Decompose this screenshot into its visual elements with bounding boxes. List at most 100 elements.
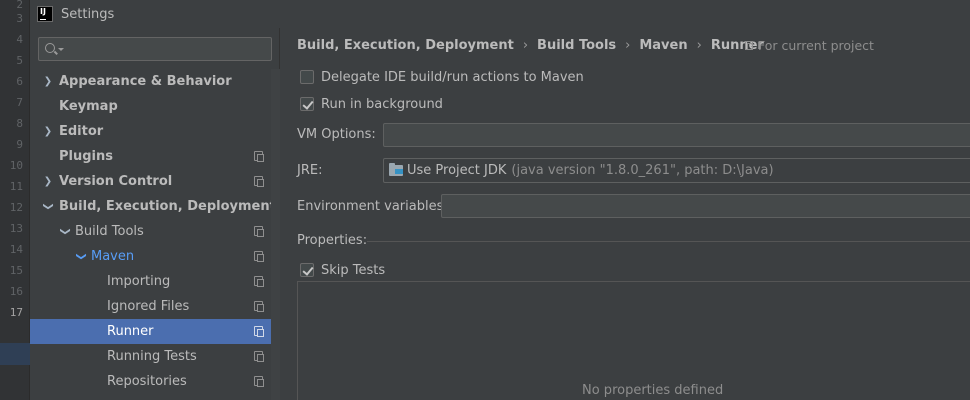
line-number: 4 [16, 33, 23, 46]
jre-label: JRE: [297, 162, 323, 178]
sidebar-scrollbar[interactable] [271, 69, 280, 400]
empty-properties-text: No properties defined [582, 383, 724, 398]
breadcrumb: Build, Execution, Deployment › Build Too… [297, 36, 764, 54]
jre-version-detail: (java version "1.8.0_261", path: D:\Java… [511, 163, 774, 178]
tree-item-build-execution-deployment[interactable]: ❯ Build, Execution, Deployment [30, 194, 280, 219]
search-icon [45, 43, 55, 53]
line-number: 13 [9, 222, 23, 235]
tree-item-label: Appearance & Behavior [59, 74, 232, 89]
project-scope-icon [254, 301, 264, 312]
vm-options-label: VM Options: [297, 126, 376, 142]
line-number: 9 [16, 138, 23, 151]
chevron-right-icon[interactable]: ❯ [42, 176, 54, 187]
tree-item-running-tests[interactable]: Running Tests [30, 344, 280, 369]
checkbox-box[interactable] [300, 263, 314, 277]
line-number: 11 [9, 180, 23, 193]
properties-label: Properties: [297, 233, 368, 248]
properties-table[interactable]: No properties defined [297, 281, 970, 400]
line-number: 12 [9, 201, 23, 214]
skip-tests-checkbox[interactable]: Skip Tests [300, 261, 385, 279]
line-number: 14 [9, 243, 23, 256]
jdk-folder-icon [389, 163, 403, 176]
tree-item-editor[interactable]: ❯ Editor [30, 119, 280, 144]
tree-item-build-tools[interactable]: ❯ Build Tools [30, 219, 280, 244]
project-scope-icon [254, 151, 264, 162]
breadcrumb-item: Build Tools [537, 37, 617, 53]
project-scope-icon [254, 176, 264, 187]
tree-item-label: Repositories [107, 374, 187, 389]
tree-item-label: Maven [91, 249, 135, 264]
project-scope-icon [254, 251, 264, 262]
ide-window: 2 3 4 5 6 7 8 9 10 11 12 13 14 15 16 17 … [0, 0, 970, 400]
tree-item-ignored-files[interactable]: Ignored Files [30, 294, 280, 319]
line-number: 16 [9, 285, 23, 298]
checkbox-label: Skip Tests [321, 262, 386, 278]
run-in-background-checkbox[interactable]: Run in background [300, 95, 443, 113]
tree-item-label: Ignored Files [107, 299, 190, 314]
search-history-caret-icon[interactable] [58, 48, 64, 51]
line-number: 3 [16, 12, 23, 25]
checkbox-box[interactable] [300, 70, 314, 84]
scope-note: For current project [745, 36, 874, 54]
tree-item-appearance[interactable]: ❯ Appearance & Behavior [30, 69, 280, 94]
chevron-down-icon[interactable]: ❯ [43, 201, 54, 213]
project-scope-icon [254, 276, 264, 287]
line-number: 5 [16, 54, 23, 67]
tree-item-version-control[interactable]: ❯ Version Control [30, 169, 280, 194]
jre-selected-value: Use Project JDK [407, 163, 507, 178]
chevron-down-icon[interactable]: ❯ [60, 226, 71, 238]
tree-item-label: Plugins [59, 149, 113, 164]
intellij-icon: IJ [37, 6, 53, 22]
tree-item-maven[interactable]: ❯ Maven [30, 244, 280, 269]
settings-sidebar: ❯ Appearance & Behavior Keymap ❯ Editor … [30, 28, 280, 400]
settings-search-input[interactable] [38, 37, 272, 61]
window-title: Settings [61, 6, 115, 22]
project-scope-icon [254, 326, 264, 337]
tree-item-importing[interactable]: Importing [30, 269, 280, 294]
chevron-right-icon[interactable]: ❯ [42, 76, 54, 87]
environment-variables-label: Environment variables: [297, 198, 448, 214]
vm-options-field[interactable] [383, 123, 970, 147]
line-number: 10 [9, 159, 23, 172]
properties-divider [367, 241, 970, 242]
delegate-to-maven-checkbox[interactable]: Delegate IDE build/run actions to Maven [300, 68, 584, 86]
project-scope-icon [254, 351, 264, 362]
breadcrumb-separator-icon: › [522, 37, 529, 53]
tree-item-label: Build, Execution, Deployment [59, 199, 276, 214]
tree-item-plugins[interactable]: Plugins [30, 144, 280, 169]
checkbox-label: Delegate IDE build/run actions to Maven [321, 69, 584, 85]
breadcrumb-separator-icon: › [625, 37, 631, 53]
editor-gutter: 2 3 4 5 6 7 8 9 10 11 12 13 14 15 16 17 [0, 0, 30, 400]
breadcrumb-separator-icon: › [696, 37, 702, 53]
tree-item-label: Importing [107, 274, 171, 289]
tree-item-runner[interactable]: Runner [30, 319, 280, 344]
environment-variables-field[interactable] [441, 194, 970, 218]
properties-section-title: Properties: [297, 233, 367, 248]
tree-item-label: Version Control [59, 174, 173, 189]
tree-item-repositories[interactable]: Repositories [30, 369, 280, 394]
line-number-current: 17 [9, 306, 23, 319]
checkbox-label: Run in background [321, 96, 443, 112]
project-scope-icon [254, 226, 264, 237]
chevron-down-icon[interactable]: ❯ [76, 251, 87, 263]
gutter-highlight [0, 343, 30, 365]
settings-content: Build, Execution, Deployment › Build Too… [281, 28, 970, 400]
checkbox-box[interactable] [300, 97, 314, 111]
tree-item-label: Build Tools [75, 224, 144, 239]
scope-label: For current project [758, 37, 874, 53]
tree-item-label: Keymap [59, 99, 118, 114]
jre-dropdown[interactable]: Use Project JDK (java version "1.8.0_261… [383, 158, 970, 183]
breadcrumb-item: Maven [639, 37, 688, 53]
app-icon-text: IJ [40, 7, 46, 16]
chevron-right-icon[interactable]: ❯ [42, 126, 54, 137]
line-number: 2 [16, 0, 23, 11]
line-number: 6 [16, 75, 23, 88]
line-number: 15 [9, 264, 23, 277]
breadcrumb-item: Build, Execution, Deployment [297, 37, 514, 53]
project-scope-icon [745, 40, 753, 50]
line-number: 7 [16, 96, 23, 109]
tree-item-label: Runner [107, 324, 154, 339]
line-number: 8 [16, 117, 23, 130]
project-scope-icon [254, 376, 264, 387]
tree-item-keymap[interactable]: Keymap [30, 94, 280, 119]
